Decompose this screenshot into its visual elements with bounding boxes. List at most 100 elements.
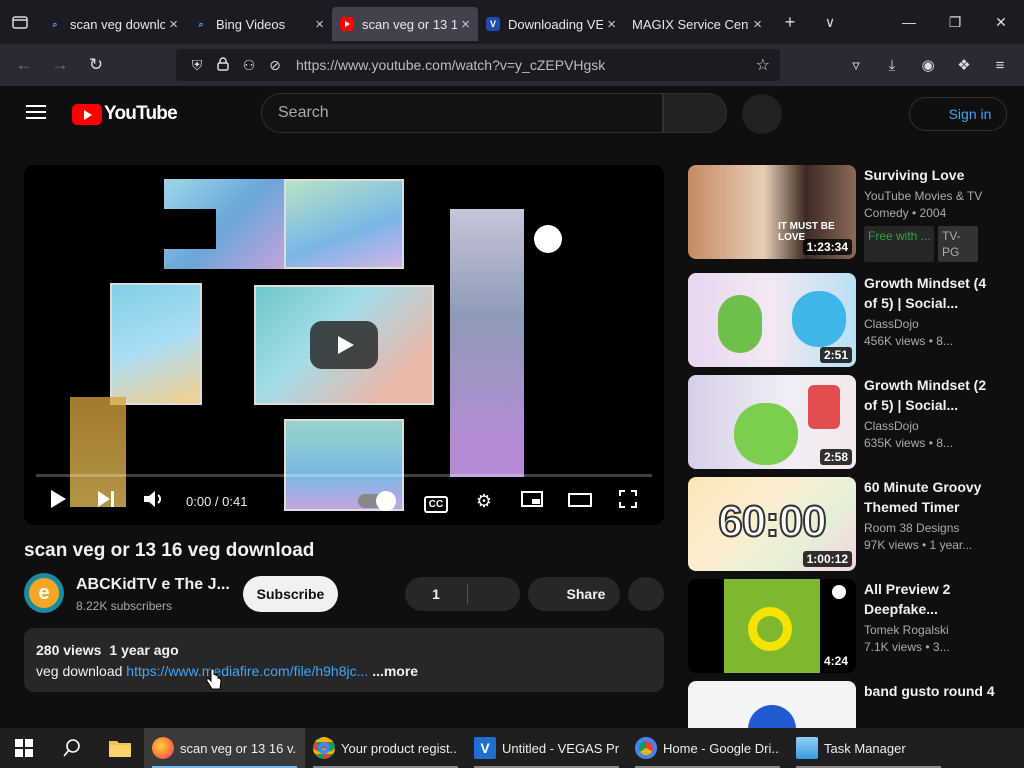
voice-search-button[interactable]: [742, 94, 782, 134]
recommendation-title[interactable]: band gusto round 4: [864, 681, 1000, 701]
thumbnail-caption: 60:00: [717, 496, 828, 547]
video-thumbnail[interactable]: [688, 681, 856, 728]
recommendation-title[interactable]: All Preview 2 Deepfake...: [864, 579, 1000, 619]
video-thumbnail[interactable]: IT MUST BE LOVE 1:23:34: [688, 165, 856, 259]
close-tab-icon[interactable]: ×: [169, 16, 178, 33]
taskbar-app-chrome[interactable]: Your product regist...: [305, 728, 466, 768]
reload-icon[interactable]: ↻: [78, 49, 114, 81]
bing-search-icon: ⌕: [52, 18, 58, 29]
hand-cursor-icon: [206, 668, 222, 690]
minimize-icon[interactable]: —: [886, 14, 932, 31]
chevron-down-icon[interactable]: ∨: [810, 14, 850, 31]
menu-icon[interactable]: ≡: [982, 57, 1018, 74]
url-bar[interactable]: ⛨ ⚇ ⊘ https://www.youtube.com/watch?v=y_…: [176, 49, 780, 81]
search-button[interactable]: [663, 93, 727, 133]
description-box[interactable]: 280 views 1 year ago veg download https:/…: [24, 628, 664, 692]
settings-gear-icon[interactable]: ⚙: [460, 491, 508, 512]
more-actions-button[interactable]: [628, 577, 664, 611]
sign-in-button[interactable]: Sign in: [909, 97, 1007, 131]
player-controls: 0:00 / 0:41 CC ⚙: [24, 481, 664, 521]
channel-avatar[interactable]: e: [24, 573, 64, 613]
subscribe-button[interactable]: Subscribe: [243, 576, 338, 612]
show-more-button[interactable]: ...more: [372, 663, 418, 679]
browser-tab-1[interactable]: ⌕ scan veg download ×: [40, 7, 186, 41]
recommendation-item[interactable]: 4:24 All Preview 2 Deepfake... Tomek Rog…: [688, 579, 1008, 673]
hamburger-menu-icon[interactable]: [26, 105, 46, 119]
account-icon[interactable]: ◉: [910, 56, 946, 74]
autoplay-toggle[interactable]: [358, 491, 396, 511]
browser-tab-5[interactable]: MAGIX Service Center ×: [624, 7, 770, 41]
recommendation-item[interactable]: 2:58 Growth Mindset (2 of 5) | Social...…: [688, 375, 1008, 469]
captions-button[interactable]: CC: [412, 491, 460, 513]
close-tab-icon[interactable]: ×: [461, 16, 470, 33]
youtube-logo[interactable]: YouTube: [72, 103, 178, 125]
description-link[interactable]: https://www.mediafire.com/file/h9h8jc...: [126, 663, 368, 679]
browser-tab-3[interactable]: scan veg or 13 16 ×: [332, 7, 478, 41]
task-manager-icon: [796, 737, 818, 759]
play-overlay-button[interactable]: [310, 321, 378, 369]
shield-icon[interactable]: ⛨: [184, 57, 210, 74]
url-text[interactable]: https://www.youtube.com/watch?v=y_cZEPVH…: [296, 57, 605, 73]
recommendation-meta: 7.1K views • 3...: [864, 640, 950, 654]
recommendation-item[interactable]: band gusto round 4: [688, 681, 1008, 728]
recommendation-item[interactable]: 2:51 Growth Mindset (4 of 5) | Social...…: [688, 273, 1008, 367]
video-thumbnail[interactable]: 2:51: [688, 273, 856, 367]
taskbar-app-vegas[interactable]: V Untitled - VEGAS Pr...: [466, 728, 627, 768]
start-button[interactable]: [0, 728, 48, 768]
back-icon[interactable]: ←: [6, 49, 42, 81]
taskbar-app-task-manager[interactable]: Task Manager: [788, 728, 949, 768]
close-tab-icon[interactable]: ×: [315, 16, 324, 33]
file-explorer-button[interactable]: [96, 728, 144, 768]
recommendation-title[interactable]: Surviving Love: [864, 165, 1000, 185]
play-icon[interactable]: [34, 489, 82, 513]
miniplayer-icon[interactable]: [508, 490, 556, 512]
close-tab-icon[interactable]: ×: [753, 16, 762, 33]
duration-badge: 2:51: [819, 347, 852, 363]
like-button[interactable]: 1: [405, 586, 467, 602]
extensions-icon[interactable]: ❖: [946, 56, 982, 74]
tracking-off-icon[interactable]: ⊘: [262, 57, 288, 74]
download-icon[interactable]: ⤓: [874, 57, 910, 74]
permissions-icon[interactable]: ⚇: [236, 57, 262, 74]
forward-icon[interactable]: →: [42, 49, 78, 81]
taskbar-app-chrome[interactable]: Home - Google Dri...: [627, 728, 788, 768]
sign-in-label: Sign in: [948, 106, 992, 122]
firefox-view-button[interactable]: [0, 0, 40, 44]
fullscreen-icon[interactable]: [604, 489, 652, 513]
bookmark-star-icon[interactable]: ☆: [756, 55, 770, 75]
video-thumbnail[interactable]: 2:58: [688, 375, 856, 469]
lock-icon[interactable]: [210, 56, 236, 74]
taskbar-app-label: Untitled - VEGAS Pr...: [502, 740, 619, 756]
browser-tab-4[interactable]: V Downloading VEGAS ×: [478, 7, 624, 41]
tab-title: scan veg or 13 16: [362, 16, 458, 32]
windows-logo-icon: [15, 739, 33, 757]
close-tab-icon[interactable]: ×: [607, 16, 616, 33]
search-input[interactable]: Search: [261, 93, 663, 133]
video-thumbnail[interactable]: 4:24: [688, 579, 856, 673]
duration-badge: 1:00:12: [802, 551, 852, 567]
recommendation-item[interactable]: IT MUST BE LOVE 1:23:34 Surviving Love Y…: [688, 165, 1008, 262]
new-tab-icon[interactable]: +: [770, 12, 810, 33]
toolbar-right: ▿ ⤓ ◉ ❖ ≡: [838, 44, 1018, 86]
recommendation-title[interactable]: Growth Mindset (2 of 5) | Social...: [864, 375, 1000, 415]
recommendation-item[interactable]: 60:00 1:00:12 60 Minute Groovy Themed Ti…: [688, 477, 1008, 571]
browser-tab-2[interactable]: ⌕ Bing Videos ×: [186, 7, 332, 41]
next-icon[interactable]: [82, 490, 130, 512]
recommendation-title[interactable]: Growth Mindset (4 of 5) | Social...: [864, 273, 1000, 313]
tab-title: Bing Videos: [216, 16, 286, 32]
pocket-icon[interactable]: ▿: [838, 56, 874, 74]
maximize-icon[interactable]: ❐: [932, 14, 978, 31]
close-window-icon[interactable]: ✕: [978, 14, 1024, 31]
theater-mode-icon[interactable]: [556, 491, 604, 512]
share-button[interactable]: Share: [528, 577, 620, 611]
taskbar-search-button[interactable]: [48, 728, 96, 768]
channel-name[interactable]: ABCKidTV e The J...: [76, 576, 230, 594]
video-thumbnail[interactable]: 60:00 1:00:12: [688, 477, 856, 571]
taskbar-app-firefox[interactable]: scan veg or 13 16 v...: [144, 728, 305, 768]
subscriber-count: 8.22K subscribers: [76, 599, 173, 613]
recommendation-title[interactable]: 60 Minute Groovy Themed Timer: [864, 477, 1000, 517]
video-frame-shadow: [164, 209, 216, 249]
progress-bar[interactable]: [36, 474, 652, 477]
video-player[interactable]: 0:00 / 0:41 CC ⚙: [24, 165, 664, 525]
volume-icon[interactable]: [130, 490, 178, 513]
